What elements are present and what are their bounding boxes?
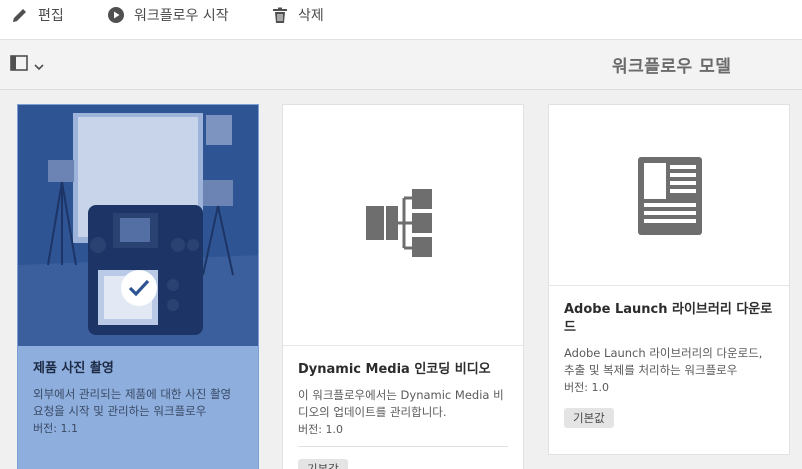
- page-title: 워크플로우 모델: [612, 57, 732, 77]
- card-description: Adobe Launch 라이브러리의 다운로드, 추출 및 복제를 처리하는 …: [564, 346, 763, 377]
- pencil-icon: [10, 5, 30, 25]
- edit-button[interactable]: 편집: [10, 0, 64, 30]
- card-thumbnail: [549, 105, 789, 286]
- action-toolbar: 편집 워크플로우 시작 삭제: [0, 0, 802, 40]
- start-workflow-label: 워크플로우 시작: [134, 8, 229, 24]
- card-thumbnail: [283, 105, 523, 346]
- default-badge: 기본값: [564, 408, 614, 428]
- divider: [298, 446, 508, 447]
- workflow-card-dynamic-media-encode-video[interactable]: Dynamic Media 인코딩 비디오 이 워크플로우에서는 Dynamic…: [282, 104, 524, 469]
- camera-studio-photo: [18, 105, 258, 346]
- delete-label: 삭제: [298, 8, 324, 24]
- card-version: 버전: 1.0: [298, 423, 343, 436]
- start-workflow-button[interactable]: 워크플로우 시작: [106, 0, 229, 30]
- workflow-card-adobe-launch-library-download[interactable]: Adobe Launch 라이브러리 다운로드 Adobe Launch 라이브…: [548, 104, 790, 455]
- delete-button[interactable]: 삭제: [270, 0, 324, 30]
- trash-icon: [270, 5, 290, 25]
- default-badge: 기본값: [298, 459, 348, 469]
- play-icon: [106, 5, 126, 25]
- card-version: 버전: 1.0: [564, 381, 609, 394]
- card-description: 외부에서 관리되는 제품에 대한 사진 촬영 요청을 시작 및 관리하는 워크플…: [33, 387, 232, 418]
- workflow-model-icon: [366, 189, 432, 257]
- selected-check-icon: [121, 270, 157, 306]
- sidebar-icon: [10, 55, 28, 75]
- rail-toggle-button[interactable]: [10, 55, 44, 75]
- card-title: Adobe Launch 라이브러리 다운로드: [564, 302, 773, 335]
- card-version: 버전: 1.1: [33, 422, 78, 435]
- card-thumbnail: [18, 105, 258, 346]
- card-description: 이 워크플로우에서는 Dynamic Media 비디오의 업데이트를 관리합니…: [298, 388, 504, 419]
- workflow-card-product-photo[interactable]: 제품 사진 촬영 외부에서 관리되는 제품에 대한 사진 촬영 요청을 시작 및…: [17, 104, 259, 469]
- edit-label: 편집: [38, 8, 64, 24]
- title-bar: 워크플로우 모델: [0, 40, 802, 90]
- chevron-down-icon: [34, 56, 44, 75]
- card-title: 제품 사진 촬영: [33, 361, 114, 376]
- document-icon: [638, 157, 702, 235]
- card-title: Dynamic Media 인코딩 비디오: [298, 362, 491, 377]
